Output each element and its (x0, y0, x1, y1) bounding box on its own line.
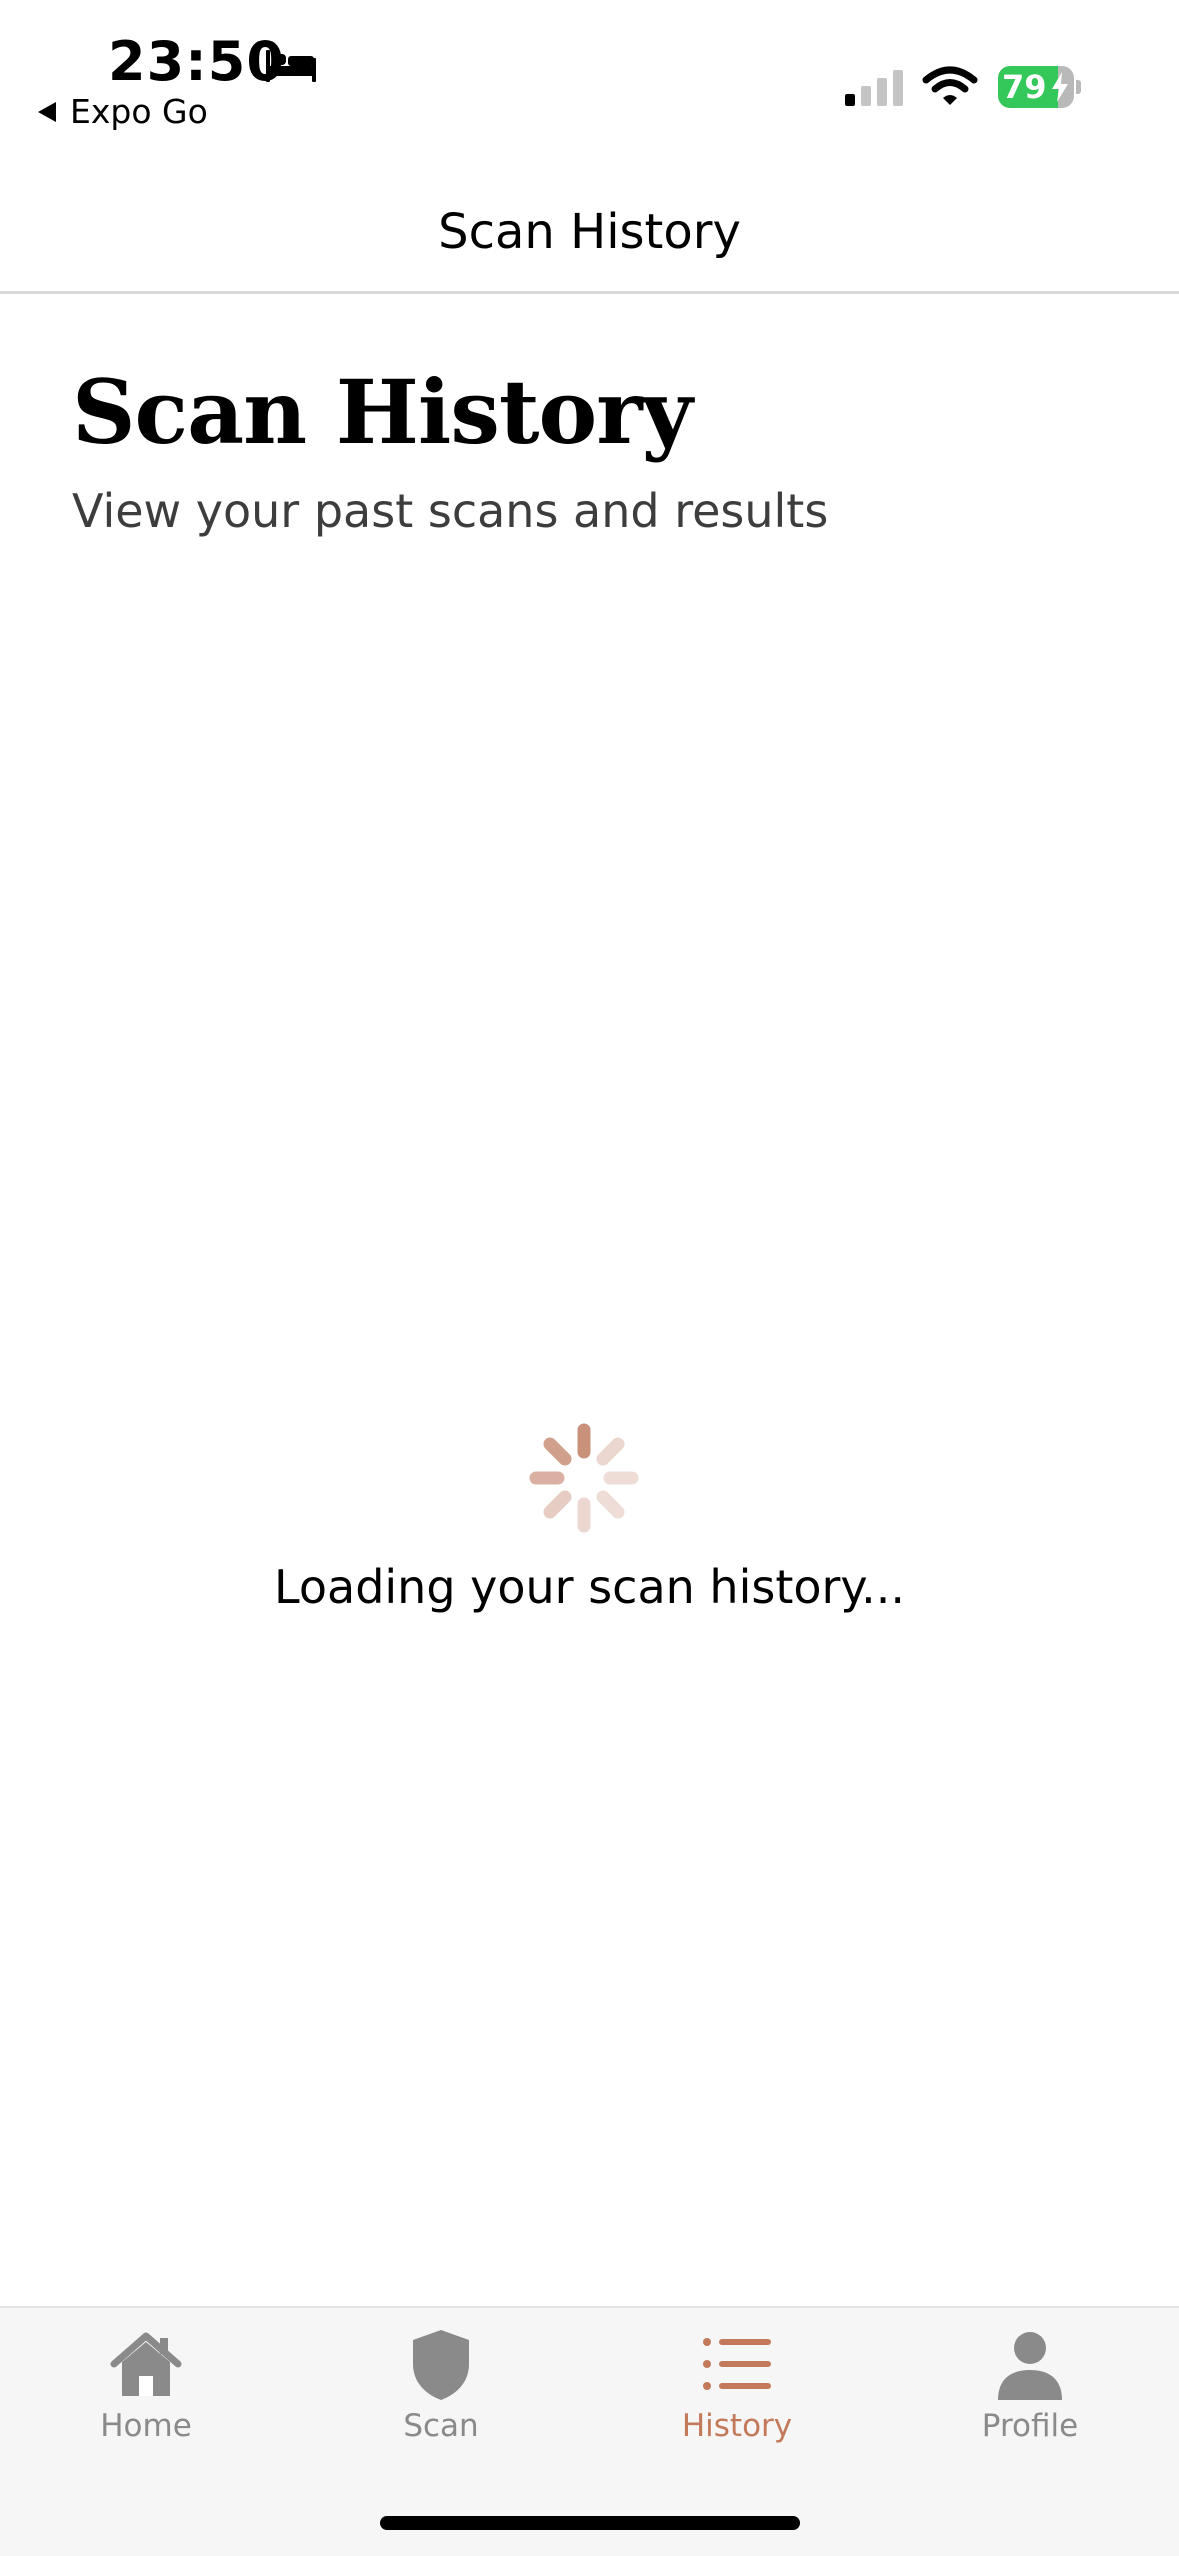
tab-scan-label: Scan (403, 2408, 479, 2444)
tab-profile[interactable]: Profile (930, 2326, 1130, 2466)
back-arrow-icon (38, 101, 56, 122)
home-indicator (380, 2516, 800, 2530)
person-icon (998, 2332, 1062, 2400)
wifi-icon (922, 66, 978, 105)
page-title: Scan History (72, 360, 693, 464)
battery-percent: 79 (1002, 68, 1047, 106)
tab-profile-label: Profile (981, 2408, 1079, 2444)
home-icon (110, 2332, 182, 2396)
tab-home[interactable]: Home (46, 2326, 246, 2466)
bed-icon (266, 50, 316, 82)
tab-history[interactable]: History (637, 2326, 837, 2466)
status-bar: 23:50 Expo Go 79 (0, 0, 1179, 150)
nav-header: Scan History (0, 150, 1179, 294)
page-subtitle: View your past scans and results (72, 484, 829, 538)
bolt-icon (1052, 72, 1068, 102)
list-icon (703, 2338, 771, 2390)
tab-home-label: Home (100, 2408, 192, 2444)
tab-history-label: History (681, 2408, 793, 2444)
nav-title: Scan History (438, 204, 741, 260)
status-time: 23:50 (108, 30, 285, 93)
loading-spinner-icon (529, 1423, 639, 1533)
back-to-app-button[interactable]: Expo Go (36, 92, 208, 131)
tab-scan[interactable]: Scan (341, 2326, 541, 2466)
signal-icon (845, 70, 903, 106)
loading-message: Loading your scan history... (274, 1560, 905, 1614)
battery-icon: 79 (998, 66, 1081, 108)
back-app-label: Expo Go (70, 92, 208, 131)
shield-icon (413, 2330, 469, 2400)
